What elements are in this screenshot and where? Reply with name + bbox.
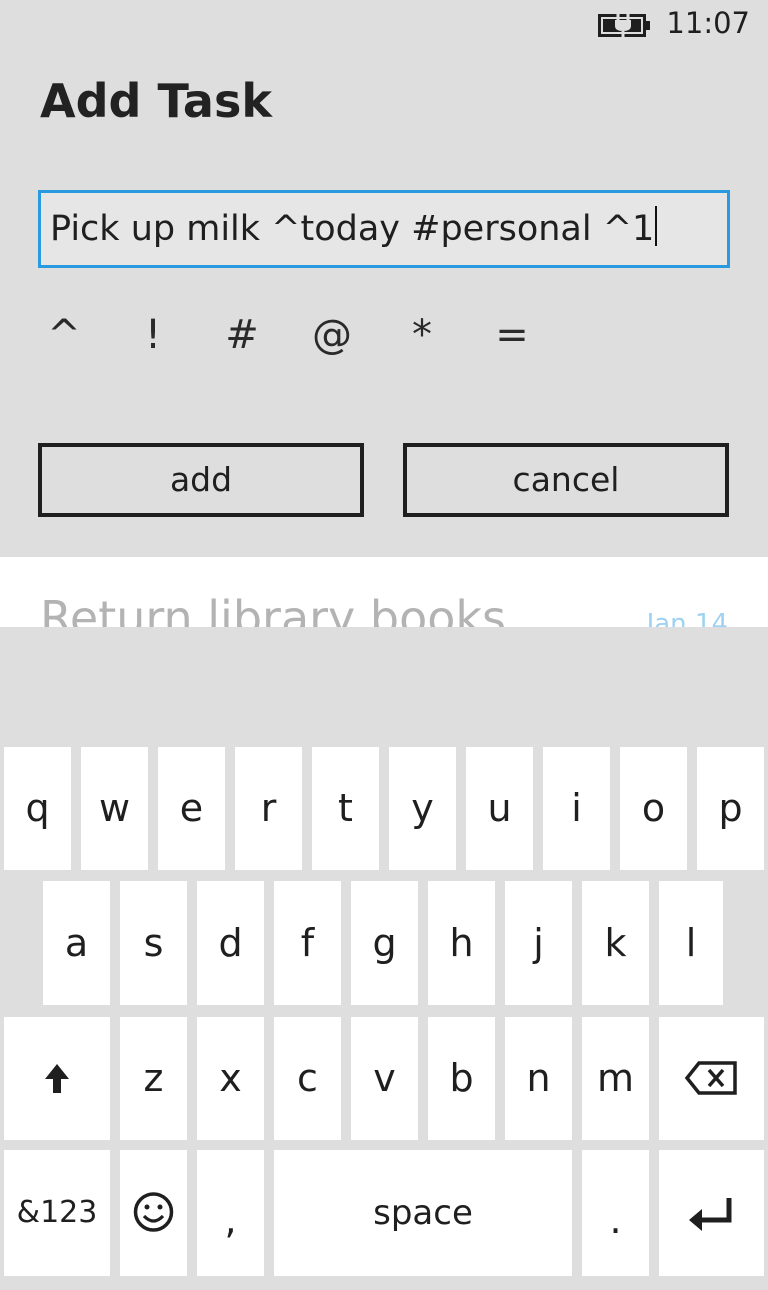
symbol-caret-button[interactable]: ^ [34,305,94,365]
key-t[interactable]: t [312,747,379,870]
text-caret [655,206,658,246]
page-title: Add Task [40,74,272,128]
key-q[interactable]: q [4,747,71,870]
key-d[interactable]: d [197,881,264,1005]
battery-charging-icon [598,13,650,37]
smiley-icon [133,1192,174,1232]
emoji-key[interactable] [120,1150,187,1276]
shift-arrow-icon [45,1064,69,1093]
space-key[interactable]: space [274,1150,572,1276]
enter-key[interactable] [659,1150,764,1276]
symbol-shortcuts: ^ ! # @ * = [0,305,768,365]
period-key[interactable]: . [582,1150,649,1276]
key-z[interactable]: z [120,1017,187,1140]
comma-key[interactable]: , [197,1150,264,1276]
key-g[interactable]: g [351,881,418,1005]
backspace-icon [684,1061,737,1095]
key-i[interactable]: i [543,747,610,870]
enter-icon [689,1198,732,1231]
task-list: Return library books Jan 14 [0,557,768,627]
task-input[interactable]: Pick up milk ^today #personal ^1 [38,190,730,268]
key-x[interactable]: x [197,1017,264,1140]
status-bar: 11:07 [0,0,768,50]
symbol-equals-button[interactable]: = [482,305,542,365]
key-p[interactable]: p [697,747,764,870]
key-l[interactable]: l [659,881,723,1005]
key-a[interactable]: a [43,881,110,1005]
key-u[interactable]: u [466,747,533,870]
key-w[interactable]: w [81,747,148,870]
key-n[interactable]: n [505,1017,572,1140]
shift-key[interactable] [4,1017,110,1140]
key-c[interactable]: c [274,1017,341,1140]
key-m[interactable]: m [582,1017,649,1140]
numbers-key[interactable]: &123 [4,1150,110,1276]
cancel-button[interactable]: cancel [403,443,729,517]
key-k[interactable]: k [582,881,649,1005]
key-h[interactable]: h [428,881,495,1005]
key-j[interactable]: j [505,881,572,1005]
list-item-date: Jan 14 [646,609,728,627]
key-s[interactable]: s [120,881,187,1005]
key-b[interactable]: b [428,1017,495,1140]
key-o[interactable]: o [620,747,687,870]
symbol-exclamation-button[interactable]: ! [123,305,183,365]
key-y[interactable]: y [389,747,456,870]
list-item-title[interactable]: Return library books [40,591,506,627]
add-button[interactable]: add [38,443,364,517]
key-v[interactable]: v [351,1017,418,1140]
key-e[interactable]: e [158,747,225,870]
soft-keyboard: q w e r t y u i o p a s d f g h j k l z … [0,627,768,1280]
key-f[interactable]: f [274,881,341,1005]
key-r[interactable]: r [235,747,302,870]
symbol-hash-button[interactable]: # [212,305,272,365]
task-input-value: Pick up milk ^today #personal ^1 [50,209,655,249]
symbol-star-button[interactable]: * [392,305,452,365]
symbol-at-button[interactable]: @ [302,305,362,365]
clock: 11:07 [666,6,750,40]
backspace-key[interactable] [659,1017,764,1140]
